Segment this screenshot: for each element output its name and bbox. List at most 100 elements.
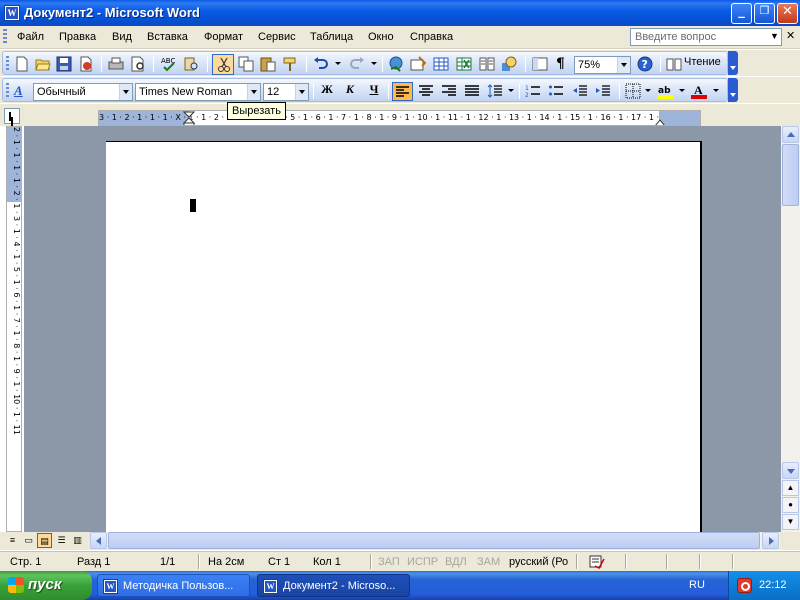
save-icon[interactable] [56, 56, 72, 72]
toolbar-grip[interactable] [6, 83, 9, 98]
outline-view-icon[interactable]: ☰ [54, 533, 69, 548]
highlight-icon[interactable]: ab [657, 83, 673, 99]
line-spacing-dropdown-icon[interactable] [508, 89, 514, 92]
zoom-dropdown-arrow-icon[interactable] [617, 57, 630, 73]
document-map-icon[interactable] [532, 56, 548, 72]
tables-borders-icon[interactable] [410, 56, 426, 72]
status-column[interactable]: Кол 1 [313, 556, 341, 568]
read-mode-icon[interactable] [666, 56, 682, 72]
close-button[interactable]: ✕ [777, 3, 798, 24]
show-formatting-icon[interactable]: ¶ [556, 56, 572, 72]
read-mode-button[interactable]: Чтение [684, 56, 721, 68]
horizontal-scroll-thumb[interactable] [108, 532, 760, 549]
normal-view-icon[interactable]: ≡ [5, 533, 20, 548]
tab-selector-icon[interactable] [4, 108, 20, 124]
zoom-dropdown[interactable]: 75% [574, 56, 631, 74]
restore-button[interactable]: ❐ [754, 3, 775, 24]
taskbar-item-methodichka[interactable]: W Методичка Пользов... [97, 574, 250, 597]
status-page[interactable]: Стр. 1 [10, 556, 41, 568]
borders-dropdown-icon[interactable] [645, 89, 651, 92]
previous-page-icon[interactable]: ▲ [782, 480, 799, 496]
menu-edit[interactable]: Правка [59, 31, 96, 43]
antivirus-tray-icon[interactable] [737, 578, 752, 593]
web-view-icon[interactable]: ▭ [21, 533, 36, 548]
document-page[interactable] [106, 141, 702, 532]
highlight-dropdown-icon[interactable] [679, 89, 685, 92]
help-icon[interactable]: ? [637, 56, 653, 72]
insert-excel-icon[interactable] [456, 56, 472, 72]
right-indent-marker-icon[interactable] [654, 117, 666, 126]
font-dropdown-arrow-icon[interactable] [247, 84, 260, 100]
next-page-icon[interactable]: ▼ [782, 514, 799, 530]
drawing-icon[interactable] [501, 56, 517, 72]
reading-view-icon[interactable]: ▥ [70, 533, 85, 548]
indent-marker-icon[interactable] [183, 111, 195, 126]
numbering-icon[interactable]: 12 [525, 83, 541, 99]
spelling-status-icon[interactable] [589, 555, 605, 569]
undo-icon[interactable] [313, 56, 329, 72]
spelling-icon[interactable]: ABC [161, 56, 177, 72]
menu-help[interactable]: Справка [410, 31, 453, 43]
print-layout-view-icon[interactable]: ▤ [37, 533, 52, 548]
vertical-scrollbar[interactable]: ▲ ● ▼ [781, 126, 800, 532]
taskbar-item-document2[interactable]: W Документ2 - Microso... [257, 574, 410, 597]
standard-toolbar-options-icon[interactable] [728, 51, 738, 75]
menu-insert[interactable]: Вставка [147, 31, 188, 43]
columns-icon[interactable] [479, 56, 495, 72]
status-line[interactable]: Ст 1 [268, 556, 290, 568]
horizontal-scrollbar[interactable] [90, 532, 780, 549]
select-browse-object-icon[interactable]: ● [782, 497, 799, 513]
style-dropdown[interactable]: Обычный [33, 83, 133, 101]
font-color-dropdown-icon[interactable] [713, 89, 719, 92]
research-icon[interactable] [183, 56, 199, 72]
scroll-up-button[interactable] [782, 126, 799, 143]
underline-button[interactable]: Ч [364, 82, 384, 101]
undo-dropdown-icon[interactable] [335, 62, 341, 65]
open-icon[interactable] [35, 56, 51, 72]
bold-button[interactable]: Ж [317, 82, 337, 101]
status-section[interactable]: Разд 1 [77, 556, 110, 568]
copy-icon[interactable] [238, 56, 254, 72]
paste-icon[interactable] [260, 56, 276, 72]
font-dropdown[interactable]: Times New Roman [135, 83, 261, 101]
start-button[interactable]: пуск [0, 571, 92, 600]
format-painter-icon[interactable] [282, 56, 298, 72]
status-track-changes[interactable]: ИСПР [407, 556, 438, 568]
vertical-scroll-thumb[interactable] [782, 144, 799, 206]
menu-window[interactable]: Окно [368, 31, 394, 43]
scroll-left-button[interactable] [90, 532, 107, 549]
clock[interactable]: 22:12 [759, 579, 787, 591]
menubar-grip[interactable] [3, 29, 7, 45]
status-extend-selection[interactable]: ВДЛ [445, 556, 467, 568]
title-bar[interactable]: W Документ2 - Microsoft Word _ ❐ ✕ [0, 0, 800, 26]
vertical-ruler[interactable]: 2 · 1 · 1 · 1 · 1 · 2 · 1 · 3 · 1 · 4 · … [6, 126, 22, 532]
decrease-indent-icon[interactable] [572, 83, 588, 99]
horizontal-ruler[interactable]: 3 · 1 · 2 · 1 · 1 · 1 · X · 1 · 1 · 2 · … [98, 110, 701, 126]
borders-icon[interactable] [625, 83, 641, 99]
font-color-icon[interactable]: A [691, 83, 707, 99]
menu-file[interactable]: Файл [17, 31, 44, 43]
insert-table-icon[interactable] [433, 56, 449, 72]
italic-button[interactable]: К [340, 82, 360, 101]
toolbar-grip[interactable] [6, 56, 9, 71]
word-app-icon[interactable]: W [4, 5, 20, 21]
help-question-input[interactable]: Введите вопрос [630, 28, 782, 46]
styles-pane-icon[interactable]: A [14, 83, 30, 99]
align-center-icon[interactable] [418, 83, 434, 99]
status-record-macro[interactable]: ЗАП [378, 556, 400, 568]
document-close-icon[interactable]: ✕ [786, 29, 795, 42]
font-size-dropdown-arrow-icon[interactable] [295, 84, 308, 100]
redo-dropdown-icon[interactable] [371, 62, 377, 65]
status-pages[interactable]: 1/1 [160, 556, 175, 568]
status-position[interactable]: На 2см [208, 556, 244, 568]
formatting-toolbar-options-icon[interactable] [728, 78, 738, 102]
bullets-icon[interactable] [548, 83, 564, 99]
cut-button[interactable] [212, 54, 234, 75]
status-overtype[interactable]: ЗАМ [477, 556, 500, 568]
style-dropdown-arrow-icon[interactable] [119, 84, 132, 100]
print-icon[interactable] [108, 56, 124, 72]
menu-format[interactable]: Формат [204, 31, 243, 43]
minimize-button[interactable]: _ [731, 3, 752, 24]
justify-icon[interactable] [464, 83, 480, 99]
scroll-down-button[interactable] [782, 462, 799, 479]
